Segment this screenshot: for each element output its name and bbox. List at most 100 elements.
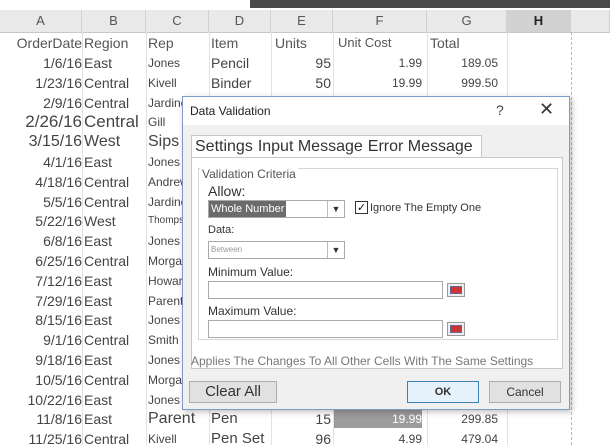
dialog-titlebar[interactable]: Data Validation ? ✕ [183,97,569,125]
cancel-button[interactable]: Cancel [489,381,561,403]
dialog-title: Data Validation [190,104,271,118]
total-cell[interactable]: 999.50 [428,72,498,92]
orderdate-cell[interactable]: 10/22/16 [0,389,83,409]
header-units[interactable]: Units [275,32,333,52]
rep-cell[interactable]: Parent [148,408,208,428]
region-cell[interactable]: East [84,349,146,369]
unit-cost-cell[interactable]: 19.99 [334,408,422,429]
rep-cell[interactable]: Jones [148,52,208,72]
total-cell[interactable]: 479.04 [428,428,498,448]
rep-cell[interactable]: Kivell [148,428,208,448]
range-select-icon[interactable] [447,322,465,336]
maximum-value-input[interactable] [208,320,443,338]
units-cell[interactable]: 96 [273,428,331,448]
orderdate-cell[interactable]: 1/6/16 [0,52,82,72]
chevron-down-icon[interactable]: ▼ [327,201,344,217]
orderdate-cell[interactable]: 4/1/16 [0,151,82,171]
region-cell[interactable]: East [84,408,146,428]
region-cell[interactable]: East [84,230,146,250]
total-cell[interactable]: 299.85 [428,408,498,428]
close-icon[interactable]: ✕ [539,99,554,120]
orderdate-cell[interactable]: 6/8/16 [0,230,82,250]
minimum-value-input[interactable] [208,281,443,299]
orderdate-cell[interactable]: 4/18/16 [0,171,82,191]
tab-error-message[interactable]: Error Message [368,138,473,155]
column-header-e[interactable]: E [271,10,333,32]
column-header-a[interactable]: A [0,10,82,32]
item-cell[interactable]: Pencil [211,52,271,72]
region-cell[interactable]: Central [84,72,146,92]
rep-cell[interactable]: Kivell [148,72,208,92]
header-orderdate[interactable]: OrderDate [0,32,82,52]
item-cell[interactable]: Binder [211,72,271,92]
region-cell[interactable]: Central [84,428,146,448]
clear-all-button[interactable]: Clear All [189,381,277,403]
unit-cost-cell[interactable]: 19.99 [334,72,422,92]
column-header-h[interactable]: H [507,10,571,32]
orderdate-cell[interactable]: 5/22/16 [0,210,82,230]
orderdate-cell[interactable]: 8/15/16 [0,309,82,329]
help-button[interactable]: ? [496,102,504,118]
column-header-b[interactable]: B [82,10,146,32]
header-unit-cost[interactable]: Unit Cost [338,32,426,52]
header-item[interactable]: Item [211,32,271,52]
region-cell[interactable]: East [84,389,146,409]
orderdate-cell[interactable]: 6/25/16 [0,250,82,270]
ignore-empty-checkbox[interactable]: ✓ [355,201,368,214]
region-cell[interactable]: East [84,270,146,290]
orderdate-cell[interactable]: 3/15/16 [0,131,82,151]
region-cell[interactable]: Central [84,329,146,349]
ignore-empty-label: Ignore The Empty One [370,202,482,214]
allow-label: Allow: [208,183,246,199]
orderdate-cell[interactable]: 2/9/16 [0,92,82,112]
region-cell[interactable]: West [84,131,146,151]
header-row: OrderDate Region Rep Item Units Unit Cos… [0,32,610,52]
allow-dropdown[interactable]: Whole Number ▼ [208,200,345,218]
apply-to-all-text[interactable]: Applies The Changes To All Other Cells W… [191,354,561,368]
item-cell[interactable]: Pen Set [211,428,271,448]
ok-button[interactable]: OK [407,381,479,403]
units-cell[interactable]: 95 [273,52,331,72]
region-cell[interactable]: West [84,210,146,230]
region-cell[interactable]: Central [84,250,146,270]
orderdate-cell[interactable]: 5/5/16 [0,191,82,211]
units-cell[interactable]: 50 [273,72,331,92]
tab-input-message[interactable]: Input Message [258,138,363,155]
region-cell[interactable]: East [84,151,146,171]
chevron-down-icon[interactable]: ▼ [327,242,344,258]
units-cell[interactable]: 15 [273,408,331,428]
header-rep[interactable]: Rep [148,32,208,52]
orderdate-cell[interactable]: 11/8/16 [0,408,82,428]
column-header-c[interactable]: C [146,10,209,32]
orderdate-cell[interactable]: 7/12/16 [0,270,82,290]
region-cell[interactable]: Central [84,369,146,389]
region-cell[interactable]: East [84,290,146,310]
orderdate-cell[interactable]: 10/5/16 [0,369,82,389]
column-header-blank[interactable] [571,10,610,32]
region-cell[interactable]: Central [84,191,146,211]
orderdate-cell[interactable]: 9/18/16 [0,349,82,369]
column-header-f[interactable]: F [333,10,427,32]
region-cell[interactable]: East [84,309,146,329]
header-region[interactable]: Region [84,32,146,52]
region-cell[interactable]: Central [84,171,146,191]
orderdate-cell[interactable]: 11/25/16 [0,428,82,448]
total-cell[interactable]: 189.05 [428,52,498,72]
orderdate-cell[interactable]: 2/26/16 [0,111,82,131]
column-header-g[interactable]: G [427,10,507,32]
unit-cost-cell[interactable]: 1.99 [334,52,422,72]
table-row: 1/23/16 Central Kivell Binder 50 19.99 999.50 [0,72,610,92]
range-select-icon[interactable] [447,283,465,297]
tab-settings[interactable]: Settings [195,138,253,155]
orderdate-cell[interactable]: 7/29/16 [0,290,82,310]
orderdate-cell[interactable]: 1/23/16 [0,72,82,92]
item-cell[interactable]: Pen [211,408,271,428]
region-cell[interactable]: Central [84,92,146,112]
region-cell[interactable]: East [84,52,146,72]
region-cell[interactable]: Central [84,111,146,131]
header-total[interactable]: Total [430,32,500,52]
data-dropdown[interactable]: Between ▼ [208,241,345,259]
unit-cost-cell[interactable]: 4.99 [334,428,422,448]
orderdate-cell[interactable]: 9/1/16 [0,329,82,349]
column-header-d[interactable]: D [209,10,271,32]
